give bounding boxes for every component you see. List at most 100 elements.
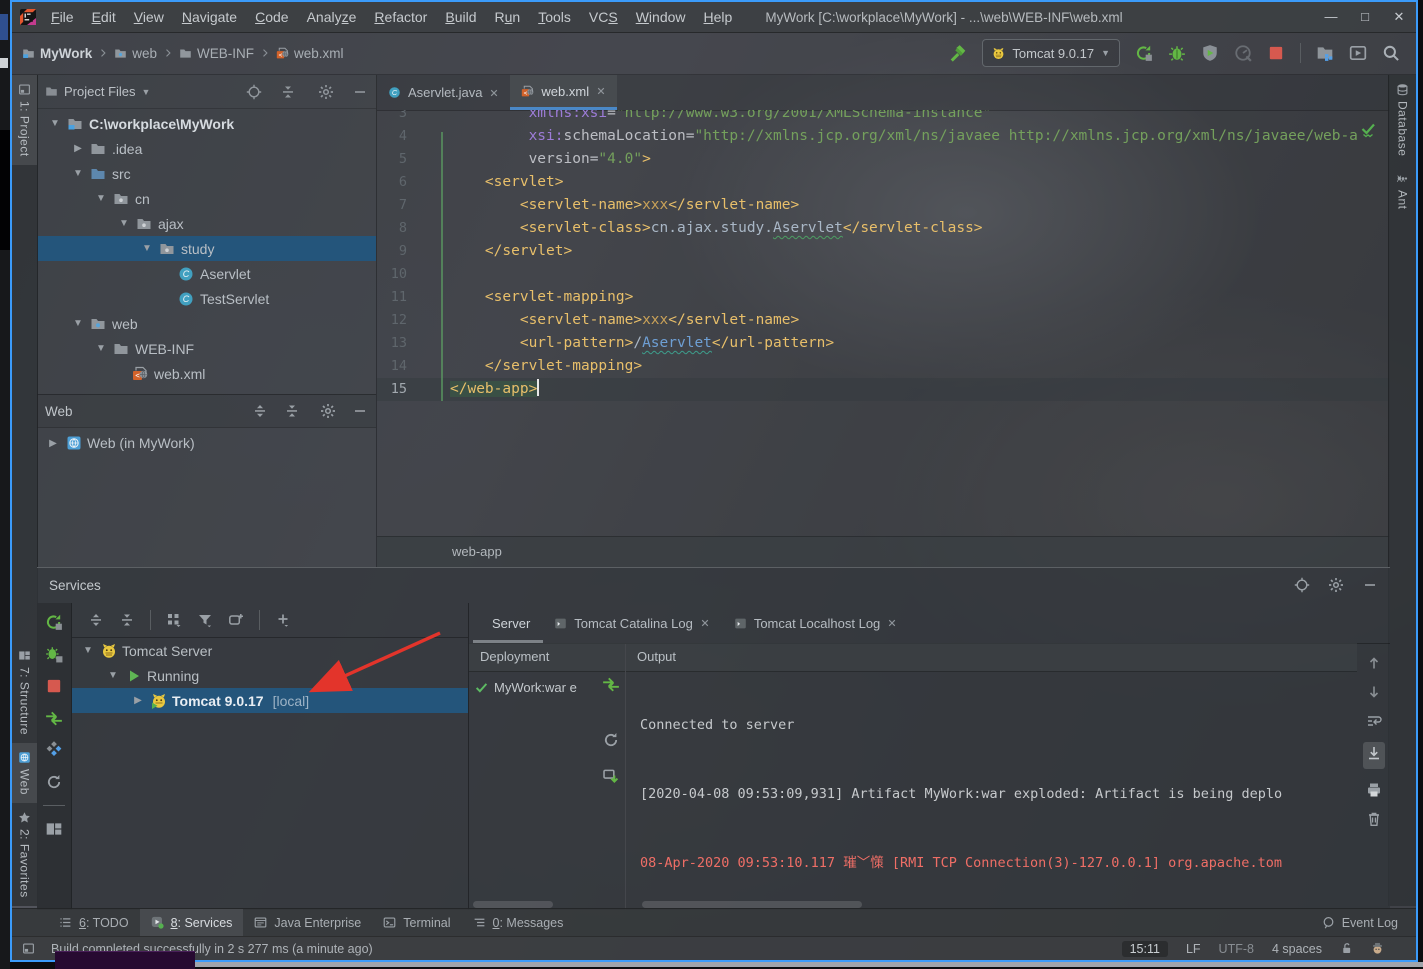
tree-row-testservlet[interactable]: C TestServlet [37, 286, 376, 311]
editor-breadcrumb[interactable]: web-app [377, 536, 1390, 567]
horizontal-scrollbar[interactable] [642, 901, 862, 908]
menu-code[interactable]: Code [246, 9, 297, 25]
menu-vcs[interactable]: VCS [580, 9, 627, 25]
locate-icon[interactable] [246, 84, 262, 100]
menu-window[interactable]: Window [627, 9, 695, 25]
toolwindow-messages[interactable]: 0: Messages [462, 909, 575, 936]
next-message-icon[interactable] [1366, 684, 1382, 700]
tab-server[interactable]: Server [483, 616, 539, 631]
refresh-icon[interactable] [602, 731, 620, 749]
maximize-button[interactable]: □ [1348, 9, 1382, 25]
scroll-to-end-toggle[interactable] [1362, 742, 1385, 769]
services-row-tomcat-9017[interactable]: ▶ Tomcat 9.0.17 [local] [72, 688, 468, 713]
tree-row-study[interactable]: ▼ study [37, 236, 376, 261]
expand-all-icon[interactable] [252, 403, 268, 419]
close-icon[interactable] [596, 86, 606, 96]
menu-navigate[interactable]: Navigate [173, 9, 246, 25]
hector-inspector-icon[interactable] [1371, 942, 1384, 955]
encoding-widget[interactable]: UTF-8 [1219, 942, 1254, 956]
menu-refactor[interactable]: Refactor [365, 9, 436, 25]
soft-wrap-icon[interactable] [1366, 713, 1382, 729]
lock-icon[interactable] [1340, 942, 1353, 955]
menu-run[interactable]: Run [486, 9, 530, 25]
expand-all-icon[interactable] [88, 612, 104, 628]
menu-edit[interactable]: Edit [83, 9, 125, 25]
add-service-frame-icon[interactable] [228, 612, 244, 628]
filter-icon[interactable] [197, 612, 213, 628]
close-icon[interactable] [887, 618, 897, 628]
sidebar-item-ant[interactable]: Ant [1389, 164, 1416, 218]
tree-row-ajax[interactable]: ▼ ajax [37, 211, 376, 236]
gear-icon[interactable] [318, 84, 334, 100]
sidebar-item-project[interactable]: 1: Project [12, 75, 37, 165]
rerun-server-icon[interactable] [45, 613, 63, 631]
tree-row-cn[interactable]: ▼ cn [37, 186, 376, 211]
run-button-icon[interactable] [1135, 44, 1153, 62]
code-editor[interactable]: 3 xmlns:xsi="http://www.w3.org/2001/XMLS… [377, 110, 1390, 537]
web-tree-root[interactable]: ▶ Web (in MyWork) [37, 429, 194, 457]
profiler-button-icon[interactable] [1234, 44, 1252, 62]
inspections-ok-icon[interactable] [1360, 122, 1376, 138]
breadcrumb-project[interactable]: MyWork [40, 46, 92, 61]
sidebar-item-favorites[interactable]: 2: Favorites [12, 803, 37, 906]
close-icon[interactable] [489, 88, 499, 98]
stop-button-icon[interactable] [1267, 44, 1285, 62]
close-button[interactable]: ✕ [1382, 9, 1416, 25]
toolwindow-java-enterprise[interactable]: Java Enterprise [243, 909, 372, 936]
gear-icon[interactable] [1328, 577, 1344, 593]
menu-view[interactable]: View [125, 9, 173, 25]
add-icon[interactable] [275, 612, 291, 628]
project-view-selector[interactable]: Project Files [64, 84, 136, 99]
redeploy-icon[interactable] [602, 767, 620, 785]
breadcrumb-webxml[interactable]: web.xml [294, 46, 344, 61]
horizontal-scrollbar[interactable] [473, 901, 553, 908]
layout-icon[interactable] [45, 820, 63, 838]
collapse-all-icon[interactable] [284, 403, 300, 419]
refresh-icon[interactable] [45, 773, 63, 791]
collapse-all-icon[interactable] [280, 84, 296, 100]
toolwindow-terminal[interactable]: Terminal [372, 909, 461, 936]
tree-row-webxml[interactable]: < web.xml [37, 361, 376, 386]
hide-panel-icon[interactable] [352, 84, 368, 100]
locate-icon[interactable] [1294, 577, 1310, 593]
coverage-button-icon[interactable] [1201, 44, 1219, 62]
toolwindow-services[interactable]: 8: Services [139, 909, 244, 936]
tab-localhost-log[interactable]: Tomcat Localhost Log [725, 616, 906, 631]
minimize-button[interactable]: — [1314, 9, 1348, 25]
tab-aservlet-java[interactable]: C Aservlet.java [377, 75, 510, 110]
tree-row-aservlet[interactable]: C Aservlet [37, 261, 376, 286]
indent-widget[interactable]: 4 spaces [1272, 942, 1322, 956]
deploy-artifact-icon[interactable] [602, 675, 620, 693]
menu-tools[interactable]: Tools [529, 9, 580, 25]
sidebar-item-structure[interactable]: 7: Structure [12, 641, 37, 743]
debug-server-icon[interactable] [45, 645, 63, 663]
event-log-button[interactable]: Event Log [1322, 916, 1398, 930]
toolwindow-toggle-icon[interactable] [22, 942, 35, 955]
deploy-icon[interactable] [45, 709, 63, 727]
debug-button-icon[interactable] [1168, 44, 1186, 62]
menu-analyze[interactable]: Analyze [298, 9, 366, 25]
tree-row-webinf[interactable]: ▼ WEB-INF [37, 336, 376, 361]
hide-panel-icon[interactable] [1362, 577, 1378, 593]
toolwindow-todo[interactable]: 6: TODO [48, 909, 140, 936]
tree-row-root[interactable]: ▼ C:\workplace\MyWork [37, 111, 376, 136]
breadcrumb-webinf[interactable]: WEB-INF [197, 46, 254, 61]
menu-build[interactable]: Build [436, 9, 485, 25]
search-everywhere-icon[interactable] [1382, 44, 1400, 62]
build-hammer-icon[interactable] [949, 44, 967, 62]
group-by-icon[interactable] [166, 612, 182, 628]
caret-position-widget[interactable]: 15:11 [1121, 940, 1168, 957]
stop-server-icon[interactable] [45, 677, 63, 695]
print-icon[interactable] [1366, 782, 1382, 798]
project-structure-icon[interactable] [1316, 44, 1334, 62]
tab-web-xml[interactable]: < web.xml [510, 75, 618, 110]
services-dashboard-icon[interactable] [45, 741, 63, 759]
gear-icon[interactable] [320, 403, 336, 419]
tree-row-web[interactable]: ▼ web [37, 311, 376, 336]
clear-all-icon[interactable] [1366, 811, 1382, 827]
menu-help[interactable]: Help [695, 9, 742, 25]
menu-file[interactable]: File [42, 9, 83, 25]
run-toolwindow-icon[interactable] [1349, 44, 1367, 62]
run-configuration-selector[interactable]: Tomcat 9.0.17 ▼ [982, 39, 1120, 67]
tree-row-idea[interactable]: ▶ .idea [37, 136, 376, 161]
